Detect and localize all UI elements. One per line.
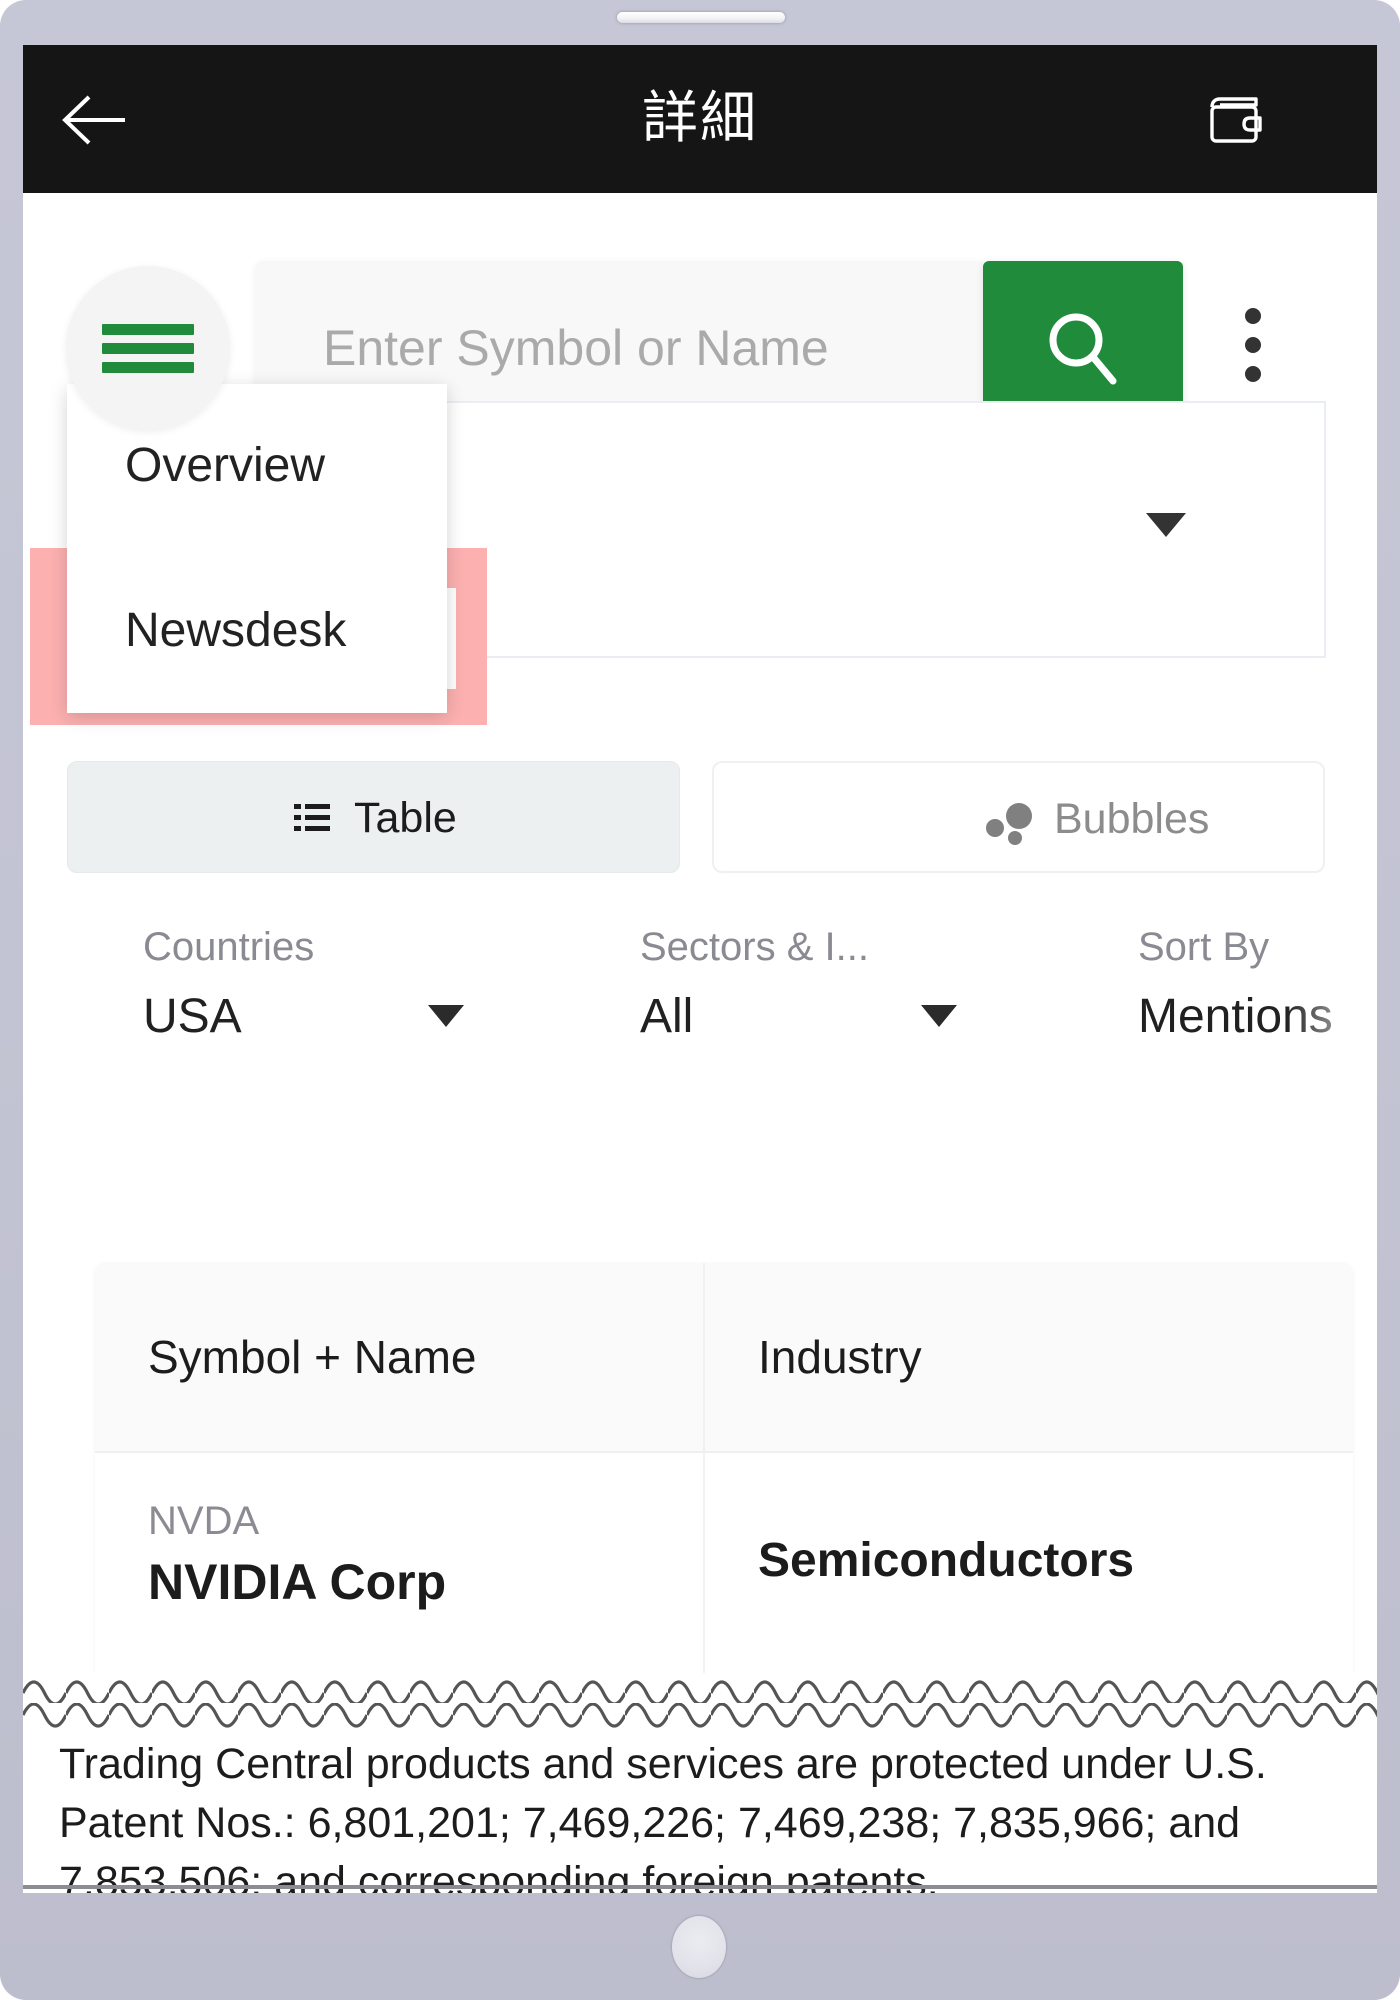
- results-table: Symbol + Name Industry NVDA NVIDIA Corp …: [95, 1263, 1353, 1683]
- kebab-menu-icon[interactable]: [1233, 308, 1273, 398]
- chevron-down-icon: [921, 1005, 957, 1027]
- row-industry: Semiconductors: [758, 1534, 1135, 1587]
- table-header-row: Symbol + Name Industry: [95, 1263, 1353, 1451]
- search-toolbar: Enter Symbol or Name: [23, 193, 1377, 435]
- filter-sort-by-label: Sort By: [1138, 925, 1270, 969]
- row-company-name: NVIDIA Corp: [148, 1554, 447, 1610]
- app-bar: 詳細: [23, 45, 1377, 193]
- chevron-down-icon: [428, 1005, 464, 1027]
- filter-sort-by-value: Mentions: [1138, 990, 1333, 1043]
- menu-item-newsdesk[interactable]: Newsdesk: [67, 549, 447, 713]
- tab-table-view[interactable]: Table: [67, 761, 680, 873]
- tab-bubbles-view[interactable]: Bubbles: [712, 761, 1325, 873]
- legal-footer-note: Trading Central products and services ar…: [59, 1740, 1267, 1893]
- table-cell-symbol-name: NVDA NVIDIA Corp: [95, 1453, 705, 1683]
- hamburger-bar: [102, 324, 194, 335]
- tablet-device-frame: 詳細 Enter Symbol or Name Overview Newsdes…: [0, 0, 1400, 2000]
- table-row[interactable]: NVDA NVIDIA Corp Semiconductors: [95, 1451, 1353, 1683]
- page-title: 詳細: [642, 86, 758, 151]
- screen-bottom-divider: [23, 1885, 1377, 1889]
- hamburger-bar: [102, 343, 194, 354]
- filter-sectors-value: All: [640, 990, 694, 1043]
- column-header-symbol-name[interactable]: Symbol + Name: [95, 1263, 705, 1451]
- filter-countries-label: Countries: [143, 925, 315, 969]
- navigation-dropdown-menu: Overview Newsdesk: [67, 384, 447, 713]
- wallet-icon[interactable]: [1206, 93, 1266, 147]
- hamburger-icon[interactable]: [66, 266, 230, 430]
- column-header-industry[interactable]: Industry: [705, 1263, 1353, 1451]
- device-speaker-grill: [617, 12, 785, 23]
- app-screen: 詳細 Enter Symbol or Name Overview Newsdes…: [23, 45, 1377, 1893]
- filter-countries-value: USA: [143, 990, 242, 1043]
- filter-sectors-label: Sectors & I...: [640, 925, 869, 969]
- search-icon: [1049, 313, 1117, 385]
- torn-page-separator: [23, 1673, 1377, 1733]
- device-home-button[interactable]: [672, 1916, 726, 1978]
- table-cell-industry: Semiconductors: [705, 1453, 1353, 1683]
- row-symbol: NVDA: [148, 1499, 260, 1543]
- kebab-dot: [1245, 337, 1261, 353]
- bubbles-icon: [986, 803, 1044, 845]
- tab-bubbles-label: Bubbles: [1054, 795, 1210, 843]
- kebab-dot: [1245, 366, 1261, 382]
- chevron-down-icon: [1146, 513, 1186, 537]
- hamburger-bar: [102, 362, 194, 373]
- kebab-dot: [1245, 308, 1261, 324]
- list-icon: [294, 804, 330, 832]
- tab-table-label: Table: [354, 794, 457, 842]
